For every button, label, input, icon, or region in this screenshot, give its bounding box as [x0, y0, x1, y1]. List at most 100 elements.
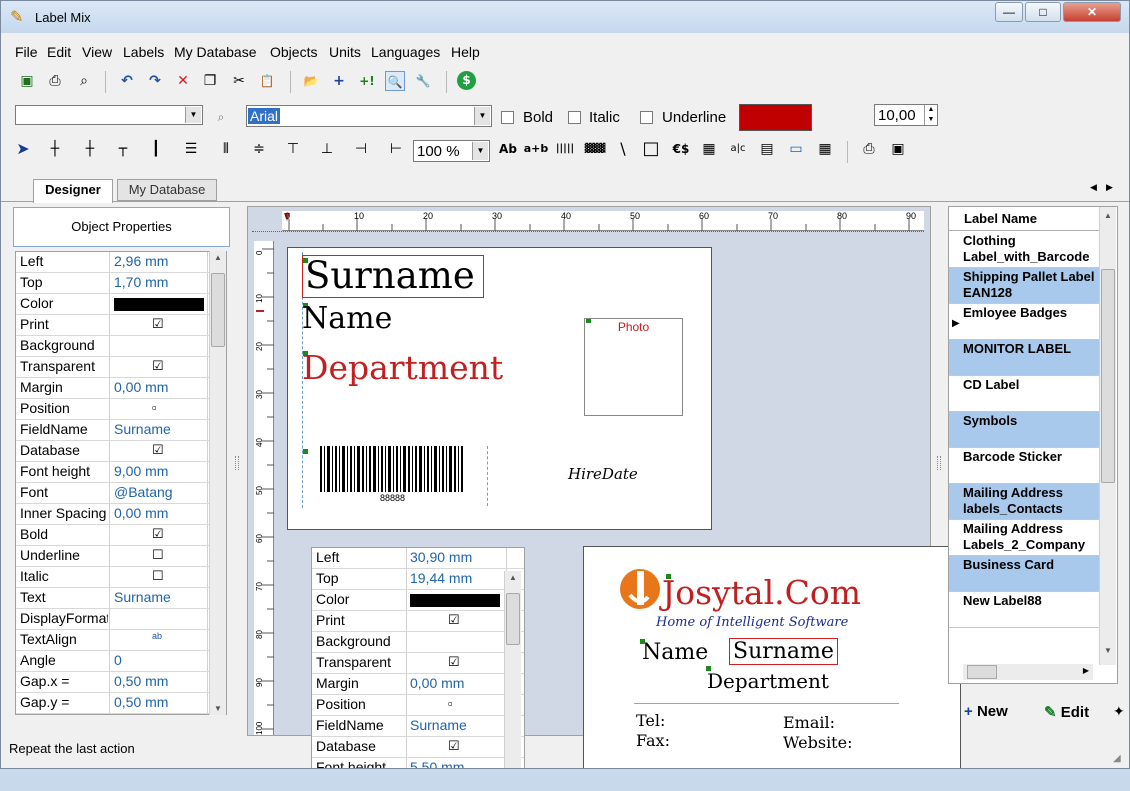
- rectangle-tool-icon[interactable]: □: [641, 139, 661, 159]
- card-surname-field[interactable]: Surname: [729, 638, 838, 665]
- property-value[interactable]: 30,90 mm: [410, 549, 502, 565]
- settings-icon[interactable]: 🔧: [413, 71, 433, 91]
- property-row[interactable]: Margin 0,00 mm: [16, 378, 226, 399]
- label-list-item[interactable]: Symbols: [949, 412, 1099, 448]
- delete-icon[interactable]: ✕: [173, 71, 193, 91]
- align-top-icon[interactable]: ┬: [113, 139, 133, 159]
- align-bottom-icon[interactable]: ☰: [181, 139, 201, 159]
- menu-labels[interactable]: Labels: [123, 44, 164, 60]
- space-vertical-icon[interactable]: ≑: [249, 139, 269, 159]
- business-card-preview[interactable]: Josytal.Com Home of Intelligent Software…: [583, 546, 961, 768]
- property-row[interactable]: Angle 0: [16, 651, 226, 672]
- symbol-tool-icon[interactable]: €$: [669, 139, 693, 159]
- property-row[interactable]: Font height 9,00 mm: [16, 462, 226, 483]
- menu-file[interactable]: File: [15, 44, 38, 60]
- counter-tool-icon[interactable]: ▦: [699, 139, 719, 159]
- property-row[interactable]: Position ▫: [16, 399, 226, 420]
- color-swatch[interactable]: [739, 104, 812, 131]
- copy-icon[interactable]: ❐: [200, 71, 220, 91]
- surname-field[interactable]: Surname: [302, 255, 484, 298]
- minimize-button[interactable]: —: [995, 2, 1023, 22]
- size-both-icon[interactable]: ⊣: [351, 139, 371, 159]
- property-row[interactable]: Left 2,96 mm: [16, 252, 226, 273]
- properties-scrollbar[interactable]: ▲ ▼: [209, 251, 226, 715]
- label-list-scrollbar[interactable]: ▲ ▼: [1099, 207, 1116, 665]
- size-height-icon[interactable]: ⊥: [317, 139, 337, 159]
- barcode-field[interactable]: 88888: [314, 446, 474, 506]
- bold-checkbox[interactable]: [501, 111, 514, 124]
- italic-checkbox[interactable]: [568, 111, 581, 124]
- label-list-header[interactable]: Label Name: [949, 207, 1099, 231]
- more-icon[interactable]: ✦: [1113, 703, 1125, 720]
- property-row[interactable]: Color: [16, 294, 226, 315]
- property-value[interactable]: [410, 594, 500, 607]
- property-row[interactable]: FieldName Surname: [16, 420, 226, 441]
- label-list-item[interactable]: Shipping Pallet Label EAN128: [949, 268, 1099, 304]
- label-list-item[interactable]: MONITOR LABEL: [949, 340, 1099, 376]
- property-value[interactable]: 0: [114, 652, 206, 668]
- label-list-item[interactable]: Barcode Sticker: [949, 448, 1099, 484]
- image-tool-icon[interactable]: ▭: [786, 139, 806, 159]
- property-row[interactable]: Transparent ☑: [312, 653, 524, 674]
- property-value[interactable]: 0,50 mm: [114, 694, 206, 710]
- label-list-item[interactable]: Emloyee Badges: [949, 304, 1099, 340]
- property-row[interactable]: Print ☑: [16, 315, 226, 336]
- property-row[interactable]: Print ☑: [312, 611, 524, 632]
- add-icon[interactable]: +: [329, 71, 349, 91]
- cut-icon[interactable]: ✂: [229, 71, 249, 91]
- property-row[interactable]: Margin 0,00 mm: [312, 674, 524, 695]
- tab-scroll-right-icon[interactable]: ▶: [1106, 182, 1113, 193]
- font-select[interactable]: Arial ▼: [246, 105, 492, 127]
- label-preview[interactable]: Surname Name Department Photo 88888 Hire…: [287, 247, 712, 530]
- size-width-icon[interactable]: ⊤: [283, 139, 303, 159]
- menu-view[interactable]: View: [82, 44, 112, 60]
- property-value[interactable]: 19,44 mm: [410, 570, 502, 586]
- splitter-right[interactable]: [937, 456, 941, 470]
- alc-tool-icon[interactable]: a|c: [728, 139, 748, 159]
- print-preview-icon[interactable]: ⌕: [74, 71, 94, 91]
- label-list-item[interactable]: Mailing Address Labels_2_Company: [949, 520, 1099, 556]
- align-left-icon[interactable]: ┼: [45, 139, 65, 159]
- property-row[interactable]: Database ☑: [312, 737, 524, 758]
- property-row[interactable]: Top 1,70 mm: [16, 273, 226, 294]
- property-row[interactable]: Background: [16, 336, 226, 357]
- buy-icon[interactable]: $: [457, 71, 476, 90]
- label-list-hscrollbar[interactable]: ▶: [963, 664, 1093, 680]
- space-horizontal-icon[interactable]: ⫴: [216, 139, 236, 159]
- table-tool-icon[interactable]: ▤: [757, 139, 777, 159]
- property-row[interactable]: TextAlign ab: [16, 630, 226, 651]
- property-value[interactable]: 0,00 mm: [410, 675, 502, 691]
- department-field[interactable]: Department: [302, 348, 503, 387]
- zoom-icon[interactable]: 🔍: [385, 71, 405, 91]
- card-name-field[interactable]: Name: [642, 640, 708, 665]
- property-row[interactable]: Inner Spacing 0,00 mm: [16, 504, 226, 525]
- property-row[interactable]: Gap.y = 0,50 mm: [16, 693, 226, 714]
- label-list-item[interactable]: New Label88: [949, 592, 1099, 628]
- grid-tool-icon[interactable]: ▦: [815, 139, 835, 159]
- property-value[interactable]: 2,96 mm: [114, 253, 206, 269]
- property-value[interactable]: 5,50 mm: [410, 759, 502, 768]
- zoom-select[interactable]: 100 % ▼: [413, 140, 490, 162]
- property-row[interactable]: FieldName Surname: [312, 716, 524, 737]
- property-row[interactable]: Text Surname: [16, 588, 226, 609]
- property-value[interactable]: [114, 298, 204, 311]
- menu-units[interactable]: Units: [329, 44, 361, 60]
- menu-edit[interactable]: Edit: [47, 44, 71, 60]
- property-value[interactable]: 0,00 mm: [114, 505, 206, 521]
- label-list-item[interactable]: CD Label: [949, 376, 1099, 412]
- name-field[interactable]: Name: [302, 301, 392, 336]
- property-row[interactable]: Color: [312, 590, 524, 611]
- close-button[interactable]: ✕: [1063, 2, 1121, 22]
- print-labels-icon[interactable]: ⎙: [859, 139, 879, 159]
- formula-tool-icon[interactable]: a+b: [523, 139, 549, 159]
- photo-field[interactable]: Photo: [584, 318, 683, 416]
- field-select[interactable]: ▼: [15, 105, 203, 125]
- title-bar[interactable]: ✎ Label Mix — □ ✕: [1, 1, 1129, 33]
- menu-languages[interactable]: Languages: [371, 44, 440, 60]
- property-row[interactable]: Left 30,90 mm: [312, 548, 524, 569]
- menu-my-database[interactable]: My Database: [174, 44, 256, 60]
- property-value[interactable]: Surname: [114, 421, 206, 437]
- page-setup-icon[interactable]: ▣: [888, 139, 908, 159]
- print-icon[interactable]: ⎙: [45, 71, 65, 91]
- maximize-button[interactable]: □: [1025, 2, 1061, 22]
